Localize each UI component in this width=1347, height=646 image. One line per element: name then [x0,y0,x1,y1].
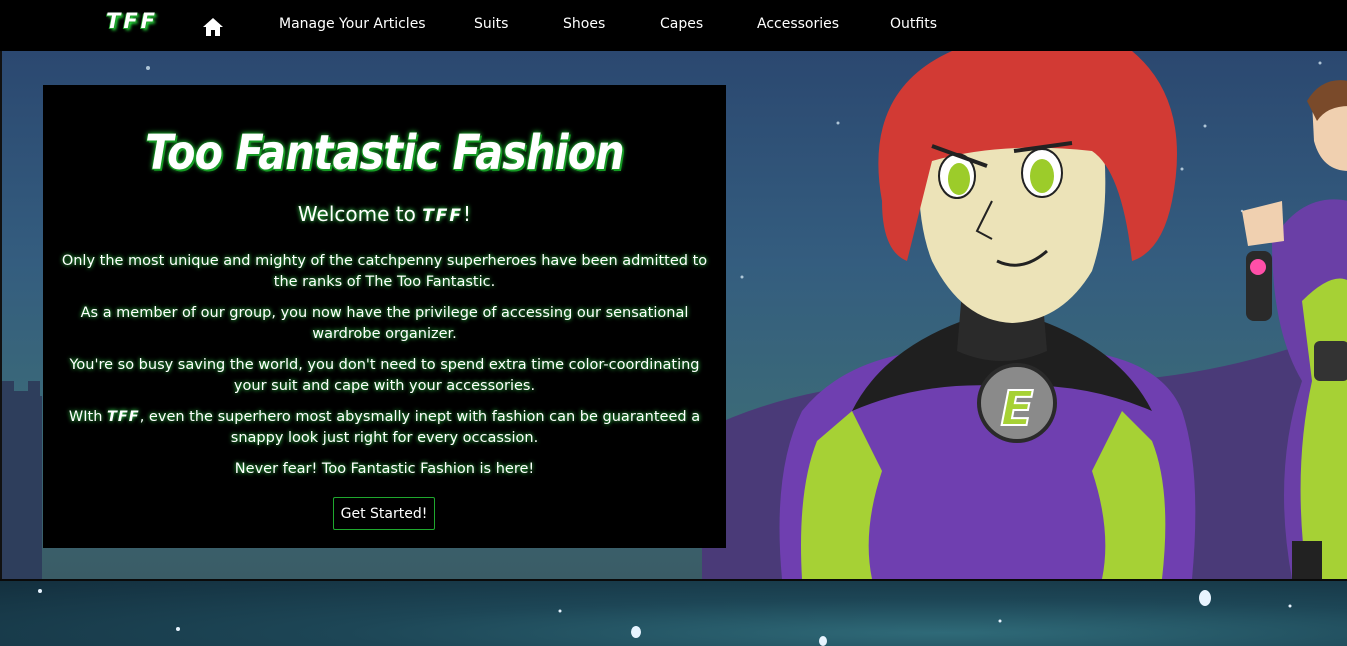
svg-text:E: E [1001,381,1034,437]
welcome-prefix: Welcome to [297,202,423,226]
intro-paragraph-3: You're so busy saving the world, you don… [69,357,700,394]
p4-suffix: , even the superhero most abysmally inep… [139,409,701,446]
welcome-heading: Welcome to TFF! [43,202,726,226]
intro-paragraph-1: Only the most unique and mighty of the c… [61,253,708,290]
get-started-button[interactable]: Get Started! [333,497,435,530]
nav-outfits[interactable]: Outfits [890,16,937,32]
nav-suits[interactable]: Suits [474,16,508,32]
welcome-brand: TFF [422,206,464,226]
brand-logo[interactable]: TFF [106,9,158,33]
p4-prefix: WIth [68,409,108,425]
nav-capes[interactable]: Capes [660,16,703,32]
intro-panel: Too Fantastic Fashion Welcome to TFF! On… [43,85,726,548]
p4-brand: TFF [107,409,140,425]
intro-paragraph-4: WIth TFF, even the superhero most abysma… [55,407,714,449]
page-title: Too Fantastic Fashion [145,125,624,181]
home-icon[interactable] [202,16,224,38]
starfield-illustration [38,589,1292,646]
intro-paragraph-2: As a member of our group, you now have t… [80,305,689,342]
navbar: TFF Manage Your Articles Suits Shoes Cap… [0,0,1347,51]
welcome-suffix: ! [463,202,472,226]
nav-manage-articles[interactable]: Manage Your Articles [279,16,426,32]
nav-accessories[interactable]: Accessories [757,16,839,32]
starfield-section [0,579,1347,646]
nav-shoes[interactable]: Shoes [563,16,605,32]
tagline: Never fear! Too Fantastic Fashion is her… [234,461,535,477]
